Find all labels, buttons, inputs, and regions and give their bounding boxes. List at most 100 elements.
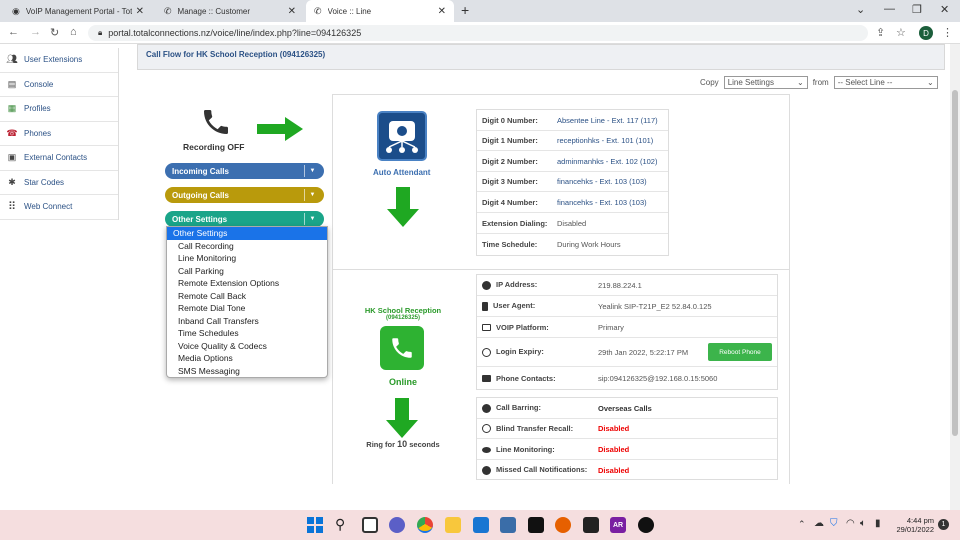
- maximize-icon[interactable]: ❐: [912, 3, 922, 16]
- sidebar-item-label: External Contacts: [24, 153, 88, 163]
- share-icon[interactable]: ⇪: [876, 26, 885, 39]
- wifi-icon[interactable]: ◠: [846, 518, 855, 529]
- from-line-select[interactable]: -- Select Line -- ⌄: [833, 76, 938, 89]
- ar-app-icon[interactable]: AR: [610, 517, 626, 533]
- menu-kebab-icon[interactable]: ⋮: [942, 26, 953, 39]
- chevron-down-icon: ⌄: [926, 78, 934, 87]
- device-icon: [482, 301, 488, 311]
- remote-desktop-icon[interactable]: [500, 517, 516, 533]
- windows-start-icon[interactable]: [307, 517, 323, 533]
- incoming-calls-button[interactable]: Incoming Calls ▼: [165, 163, 324, 179]
- app-icon[interactable]: [638, 517, 654, 533]
- menu-item-time-schedules[interactable]: Time Schedules: [167, 327, 327, 340]
- lock-icon: 🔒︎: [98, 28, 103, 37]
- row-label-text: Blind Transfer Recall:: [496, 423, 574, 433]
- caret-down-icon: ▼: [304, 165, 320, 177]
- notification-badge[interactable]: 1: [938, 519, 949, 530]
- close-tab-icon[interactable]: ✕: [438, 6, 446, 17]
- row-label: Line Monitoring:: [477, 445, 598, 454]
- browser-tab-3[interactable]: ✆ Voice :: Line ✕: [306, 0, 454, 22]
- row-label: Login Expiry:: [477, 347, 598, 357]
- clock[interactable]: 4:44 pm 29/01/2022: [896, 516, 934, 534]
- reload-icon[interactable]: ↻: [50, 26, 59, 39]
- tab-title: Voice :: Line: [327, 6, 372, 16]
- battery-icon[interactable]: ▮: [875, 518, 881, 529]
- outgoing-calls-button[interactable]: Outgoing Calls ▼: [165, 187, 324, 203]
- mail-icon[interactable]: [473, 517, 489, 533]
- search-icon[interactable]: ⚲: [335, 517, 351, 533]
- close-tab-icon[interactable]: ✕: [288, 6, 296, 17]
- table-row: VOIP Platform: Primary: [477, 317, 777, 338]
- home-icon[interactable]: ⌂: [70, 26, 77, 38]
- sidebar-item-console[interactable]: ▤ Console: [0, 73, 118, 97]
- sidebar-item-web-connect[interactable]: ⠿ Web Connect: [0, 195, 118, 220]
- menu-item-sms-messaging[interactable]: SMS Messaging: [167, 365, 327, 378]
- volume-icon[interactable]: 🔈︎: [860, 518, 866, 529]
- page-scrollbar[interactable]: [950, 44, 960, 510]
- close-tab-icon[interactable]: ✕: [136, 6, 144, 17]
- menu-item-remote-extension-options[interactable]: Remote Extension Options: [167, 277, 327, 290]
- terminal-icon[interactable]: [528, 517, 544, 533]
- menu-item-line-monitoring[interactable]: Line Monitoring: [167, 252, 327, 265]
- ring-prefix: Ring for: [366, 440, 396, 449]
- menu-item-voice-quality-codecs[interactable]: Voice Quality & Codecs: [167, 340, 327, 353]
- row-label-text: User Agent:: [493, 301, 536, 311]
- sidebar-item-phones[interactable]: ☎ Phones: [0, 122, 118, 146]
- chat-icon[interactable]: [389, 517, 405, 533]
- close-window-icon[interactable]: ✕: [940, 3, 949, 16]
- row-value: Overseas Calls: [598, 403, 652, 413]
- row-value-link[interactable]: financehks - Ext. 103 (103): [557, 198, 647, 207]
- task-view-icon[interactable]: [362, 517, 378, 533]
- back-icon[interactable]: ←: [8, 26, 19, 38]
- reboot-phone-button[interactable]: Reboot Phone: [708, 343, 772, 361]
- profile-avatar[interactable]: D: [919, 26, 933, 40]
- menu-item-inband-call-transfers[interactable]: Inband Call Transfers: [167, 315, 327, 328]
- star-icon: ✱: [8, 176, 16, 187]
- row-value-link[interactable]: Absentee Line - Ext. 117 (117): [557, 116, 658, 125]
- sidebar-item-user-extensions[interactable]: 👥︎ User Extensions: [0, 48, 118, 73]
- row-label: IP Address:: [477, 280, 598, 290]
- other-settings-button[interactable]: Other Settings ▼: [165, 211, 324, 227]
- table-row: Extension Dialing: Disabled: [477, 213, 668, 234]
- chrome-icon[interactable]: [417, 517, 433, 533]
- auto-attendant-section: Auto Attendant Digit 0 Number: Absentee …: [332, 94, 790, 269]
- menu-item-remote-call-back[interactable]: Remote Call Back: [167, 290, 327, 303]
- sidebar-item-star-codes[interactable]: ✱ Star Codes: [0, 171, 118, 195]
- menu-item-call-parking[interactable]: Call Parking: [167, 265, 327, 278]
- new-tab-button[interactable]: +: [461, 2, 469, 18]
- sidebar-item-external-contacts[interactable]: ▣ External Contacts: [0, 146, 118, 171]
- url-field[interactable]: 🔒︎ portal.totalconnections.nz/voice/line…: [88, 25, 868, 41]
- recording-status: Recording OFF: [183, 142, 245, 152]
- sidebar-item-label: Console: [24, 79, 54, 89]
- menu-item-remote-dial-tone[interactable]: Remote Dial Tone: [167, 302, 327, 315]
- row-value-link[interactable]: adminmanhks - Ext. 102 (102): [557, 157, 657, 166]
- browser-tab-2[interactable]: ✆ Manage :: Customer ✕: [156, 0, 304, 22]
- firefox-icon[interactable]: [555, 517, 571, 533]
- copy-type-select[interactable]: Line Settings ⌄: [723, 76, 808, 89]
- scrollbar-thumb[interactable]: [952, 90, 958, 436]
- browser-tab-1[interactable]: ◉ VoIP Management Portal - Total C ✕: [4, 0, 152, 22]
- clock-icon: [482, 347, 491, 357]
- cloud-icon[interactable]: ☁: [814, 518, 824, 529]
- row-value: Yealink SIP-T21P_E2 52.84.0.125: [598, 301, 712, 311]
- row-value-link[interactable]: financehks - Ext. 103 (103): [557, 177, 647, 186]
- minimize-icon[interactable]: —: [884, 3, 895, 15]
- row-value: 29th Jan 2022, 5:22:17 PM: [598, 347, 689, 357]
- shield-icon[interactable]: ⛉: [830, 518, 838, 529]
- chevron-up-icon[interactable]: ⌃: [798, 519, 806, 530]
- tab-search-icon[interactable]: ⌄: [856, 3, 865, 16]
- menu-item-other-settings[interactable]: Other Settings: [167, 227, 327, 240]
- bookmark-star-icon[interactable]: ☆: [896, 26, 906, 39]
- table-row: Phone Contacts: sip:094126325@192.168.0.…: [477, 367, 777, 389]
- menu-item-call-recording[interactable]: Call Recording: [167, 240, 327, 253]
- row-label-text: Line Monitoring:: [496, 444, 555, 454]
- file-explorer-icon[interactable]: [445, 517, 461, 533]
- sticky-notes-icon[interactable]: [583, 517, 599, 533]
- arrow-down-icon: [386, 398, 418, 440]
- sidebar-item-profiles[interactable]: ▦ Profiles: [0, 97, 118, 122]
- row-value-link[interactable]: receptionhks - Ext. 101 (101): [557, 136, 653, 145]
- line-number: (094126325): [385, 315, 421, 321]
- ring-suffix: seconds: [409, 440, 440, 449]
- menu-item-media-options[interactable]: Media Options: [167, 352, 327, 365]
- forward-icon[interactable]: →: [30, 26, 41, 38]
